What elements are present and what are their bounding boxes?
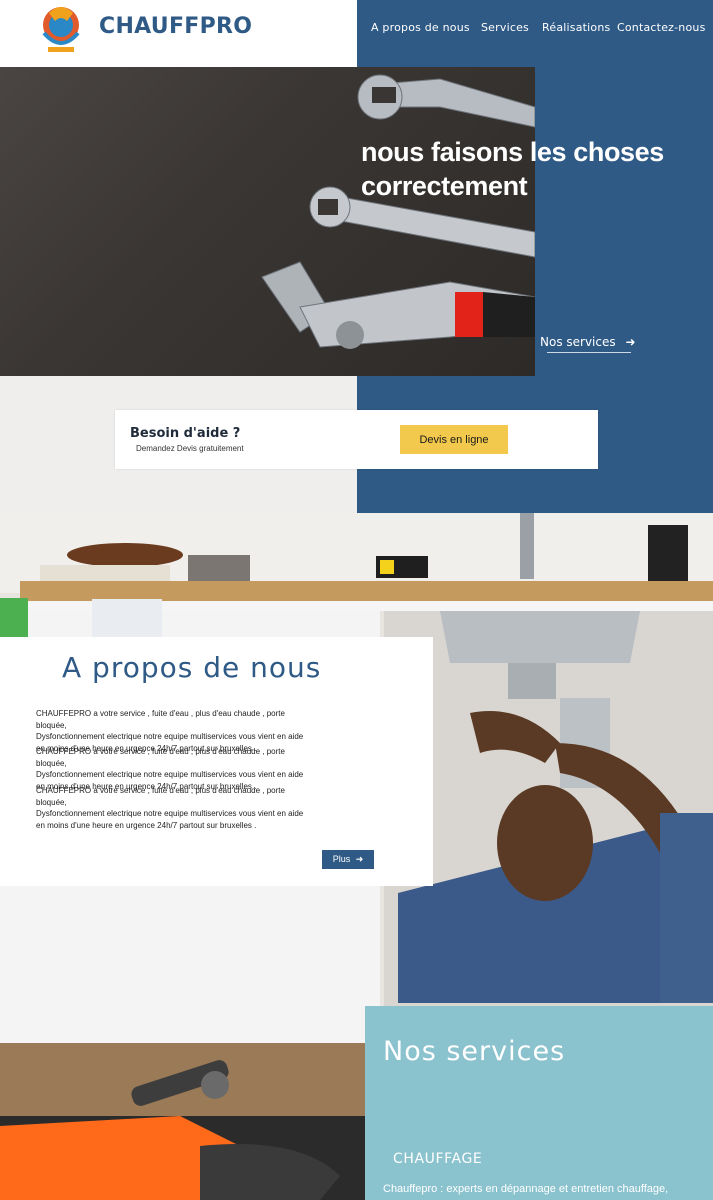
hero-title: nous faisons les choses correctement xyxy=(361,137,664,201)
help-subtitle: Demandez Devis gratuitement xyxy=(136,444,244,453)
gloves-image xyxy=(0,1116,365,1200)
about-line: Dysfonctionnement electrique notre equip… xyxy=(36,732,304,741)
services-title: Nos services xyxy=(383,1036,566,1067)
help-box: Besoin d'aide ? Demandez Devis gratuitem… xyxy=(115,410,598,469)
about-line: CHAUFFEPRO a votre service , fuite d'eau… xyxy=(36,747,285,768)
about-line: CHAUFFEPRO a votre service , fuite d'eau… xyxy=(36,786,285,807)
service-description: Chauffepro : experts en dépannage et ent… xyxy=(383,1183,669,1195)
services-section: Nos services CHAUFFAGE Chauffepro : expe… xyxy=(365,1006,713,1200)
wrenches-image xyxy=(0,67,535,376)
nav-about[interactable]: A propos de nous xyxy=(371,21,470,34)
arrow-right-icon: ➜ xyxy=(355,854,364,864)
plus-button[interactable]: Plus ➜ xyxy=(322,850,374,869)
help-title: Besoin d'aide ? xyxy=(130,426,241,441)
about-section: A propos de nous CHAUFFEPRO a votre serv… xyxy=(0,637,433,886)
hero-link-underline xyxy=(547,352,631,353)
about-line: en moins d'une heure en urgence 24h/7 pa… xyxy=(36,820,257,830)
hero-services-link[interactable]: Nos services ➜ xyxy=(540,335,636,349)
nav-realisations[interactable]: Réalisations xyxy=(542,21,610,34)
about-line: Dysfonctionnement electrique notre equip… xyxy=(36,770,304,779)
about-paragraph-3: CHAUFFEPRO a votre service , fuite d'eau… xyxy=(36,785,306,831)
about-line: Dysfonctionnement electrique notre equip… xyxy=(36,809,304,818)
about-line: CHAUFFEPRO a votre service , fuite d'eau… xyxy=(36,709,285,730)
brand-name[interactable]: CHAUFFPRO xyxy=(99,14,252,39)
plus-button-label[interactable]: Plus xyxy=(333,854,351,864)
hero-link-label[interactable]: Nos services xyxy=(540,335,616,349)
nav-contact[interactable]: Contactez-nous xyxy=(617,21,706,34)
arrow-right-icon: ➜ xyxy=(625,335,636,349)
logo-icon[interactable] xyxy=(34,3,88,55)
service-name: CHAUFFAGE xyxy=(393,1151,483,1167)
main-nav: A propos de nous Services Réalisations C… xyxy=(357,0,713,67)
devis-button[interactable]: Devis en ligne xyxy=(400,425,508,454)
about-title: A propos de nous xyxy=(62,651,322,684)
nav-services[interactable]: Services xyxy=(481,21,529,34)
